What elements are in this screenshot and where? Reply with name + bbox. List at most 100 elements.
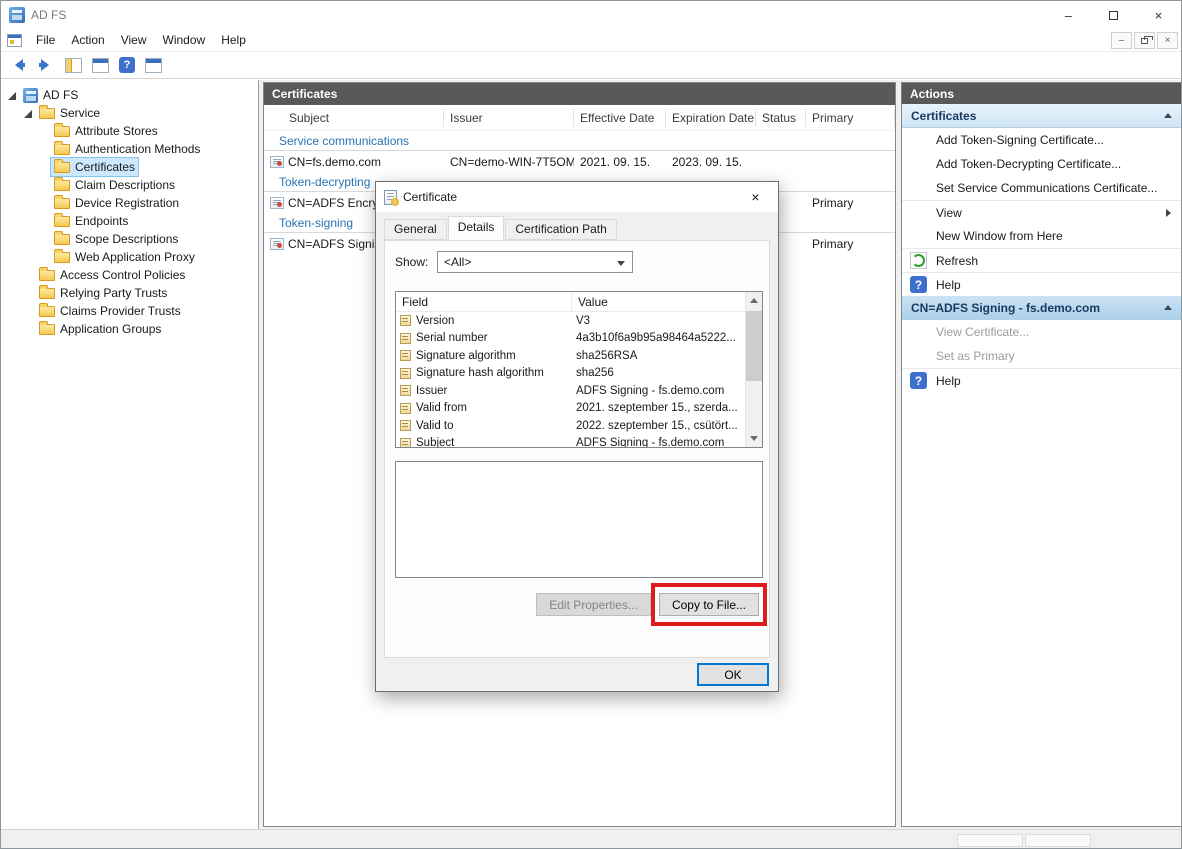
menu-help[interactable]: Help	[213, 30, 254, 50]
maximize-button[interactable]	[1091, 1, 1136, 29]
tree-item-device-registration[interactable]: Device Registration	[1, 194, 258, 212]
collapse-icon[interactable]	[1164, 305, 1172, 310]
copy-to-file-button[interactable]: Copy to File...	[659, 593, 759, 616]
tree-item-label: Service	[60, 106, 100, 120]
tree-item-claims-provider-trusts[interactable]: Claims Provider Trusts	[1, 302, 258, 320]
child-close-button[interactable]: ×	[1157, 32, 1178, 49]
field-value: 4a3b10f6a9b95a98464a5222...	[576, 332, 762, 344]
actions-section-adfs-signing[interactable]: CN=ADFS Signing - fs.demo.com	[902, 296, 1181, 320]
close-button[interactable]: ×	[1136, 1, 1181, 29]
field-row-signature-algorithm[interactable]: Signature algorithmsha256RSA	[396, 347, 762, 365]
column-header-effective-date[interactable]: Effective Date	[574, 109, 666, 127]
toolbar-help-icon[interactable]: ?	[119, 57, 135, 73]
chevron-down-icon	[617, 261, 625, 266]
field-row-issuer[interactable]: IssuerADFS Signing - fs.demo.com	[396, 382, 762, 400]
tree-item-authentication-methods[interactable]: Authentication Methods	[1, 140, 258, 158]
menu-view[interactable]: View	[113, 30, 155, 50]
window-title: AD FS	[31, 8, 66, 22]
expander-icon[interactable]	[7, 91, 16, 100]
scrollbar-thumb[interactable]	[746, 311, 762, 381]
tree-item-ad-fs[interactable]: AD FS	[1, 86, 258, 104]
vertical-scrollbar[interactable]	[745, 292, 762, 447]
cell-subject: CN=ADFS Signing	[288, 237, 388, 251]
tree-item-claim-descriptions[interactable]: Claim Descriptions	[1, 176, 258, 194]
tab-details[interactable]: Details	[448, 216, 505, 240]
field-row-subject[interactable]: SubjectADFS Signing - fs.demo.com	[396, 435, 762, 448]
pane-title: Certificates	[264, 83, 895, 105]
tree-item-web-application-proxy[interactable]: Web Application Proxy	[1, 248, 258, 266]
show-hide-console-tree-icon[interactable]	[65, 58, 82, 73]
action-help-signing[interactable]: ?Help	[902, 368, 1181, 392]
minimize-button[interactable]: –	[1046, 1, 1091, 29]
tree-item-endpoints[interactable]: Endpoints	[1, 212, 258, 230]
column-header-primary[interactable]: Primary	[806, 109, 895, 127]
grid-header: Field Value	[396, 292, 762, 312]
column-header-status[interactable]: Status	[756, 109, 806, 127]
tree-item-label: Attribute Stores	[75, 124, 158, 138]
back-icon[interactable]	[9, 59, 27, 71]
field-detail-preview-box[interactable]	[395, 461, 763, 578]
field-row-signature-hash-algorithm[interactable]: Signature hash algorithmsha256	[396, 365, 762, 383]
tree-item-label: Claims Provider Trusts	[60, 304, 181, 318]
menu-window[interactable]: Window	[155, 30, 214, 50]
action-view[interactable]: View	[902, 200, 1181, 224]
console-window-icon[interactable]	[7, 34, 22, 47]
folder-icon	[39, 270, 55, 281]
actions-section-certificates[interactable]: Certificates	[902, 104, 1181, 128]
action-set-as-primary[interactable]: Set as Primary	[902, 344, 1181, 368]
tree-item-scope-descriptions[interactable]: Scope Descriptions	[1, 230, 258, 248]
dialog-close-button[interactable]: ×	[733, 182, 778, 212]
column-header-issuer[interactable]: Issuer	[444, 109, 574, 127]
tree-item-attribute-stores[interactable]: Attribute Stores	[1, 122, 258, 140]
tree-item-certificates[interactable]: Certificates	[1, 158, 258, 176]
action-help[interactable]: ?Help	[902, 272, 1181, 296]
field-name: Signature algorithm	[416, 350, 576, 362]
tab-general[interactable]: General	[384, 219, 447, 240]
tree-item-label: Claim Descriptions	[75, 178, 175, 192]
grid-rows: VersionV3 Serial number4a3b10f6a9b95a984…	[396, 312, 762, 447]
tree-item-relying-party-trusts[interactable]: Relying Party Trusts	[1, 284, 258, 302]
menu-file[interactable]: File	[28, 30, 63, 50]
action-set-service-communications-certificate[interactable]: Set Service Communications Certificate..…	[902, 176, 1181, 200]
column-header-expiration-date[interactable]: Expiration Date	[666, 109, 756, 127]
actions-pane: Actions Certificates Add Token-Signing C…	[901, 82, 1182, 827]
column-header-subject[interactable]: Subject	[264, 109, 444, 127]
scroll-up-button[interactable]	[746, 292, 762, 309]
action-view-certificate[interactable]: View Certificate...	[902, 320, 1181, 344]
field-row-serial-number[interactable]: Serial number4a3b10f6a9b95a98464a5222...	[396, 330, 762, 348]
collapse-icon[interactable]	[1164, 113, 1172, 118]
field-row-valid-from[interactable]: Valid from2021. szeptember 15., szerda..…	[396, 400, 762, 418]
expander-icon[interactable]	[23, 109, 32, 118]
tab-certification-path[interactable]: Certification Path	[505, 219, 616, 240]
forward-icon[interactable]	[37, 59, 55, 71]
tree-item-label: Certificates	[75, 160, 135, 174]
action-new-window-from-here[interactable]: New Window from Here	[902, 224, 1181, 248]
ok-button[interactable]: OK	[697, 663, 769, 686]
show-dropdown[interactable]: <All>	[437, 251, 633, 273]
menu-action[interactable]: Action	[63, 30, 112, 50]
action-add-token-decrypting-certificate[interactable]: Add Token-Decrypting Certificate...	[902, 152, 1181, 176]
child-minimize-button[interactable]: –	[1111, 32, 1132, 49]
restore-icon	[1141, 38, 1148, 44]
field-row-valid-to[interactable]: Valid to2022. szeptember 15., csütört...	[396, 417, 762, 435]
certificate-icon	[384, 190, 397, 205]
adfs-console-window: AD FS – × File Action View Window Help –…	[0, 0, 1182, 849]
action-add-token-signing-certificate[interactable]: Add Token-Signing Certificate...	[902, 128, 1181, 152]
triangle-down-icon	[750, 436, 758, 441]
tree-item-service[interactable]: Service	[1, 104, 258, 122]
tree-item-access-control-policies[interactable]: Access Control Policies	[1, 266, 258, 284]
edit-properties-button[interactable]: Edit Properties...	[536, 593, 651, 616]
grid-column-value[interactable]: Value	[572, 295, 762, 309]
tree-item-application-groups[interactable]: Application Groups	[1, 320, 258, 338]
dialog-title: Certificate	[403, 190, 457, 204]
certificate-row-service-communications[interactable]: CN=fs.demo.com CN=demo-WIN-7T5OM9... 202…	[264, 152, 895, 172]
new-window-icon[interactable]	[145, 58, 162, 73]
cell-primary: Primary	[806, 196, 895, 210]
grid-column-field[interactable]: Field	[396, 292, 572, 311]
field-row-version[interactable]: VersionV3	[396, 312, 762, 330]
child-restore-button[interactable]	[1134, 32, 1155, 49]
action-label: Help	[936, 374, 961, 388]
action-refresh[interactable]: Refresh	[902, 248, 1181, 272]
console-panel-icon[interactable]	[92, 58, 109, 73]
scroll-down-button[interactable]	[746, 430, 762, 447]
